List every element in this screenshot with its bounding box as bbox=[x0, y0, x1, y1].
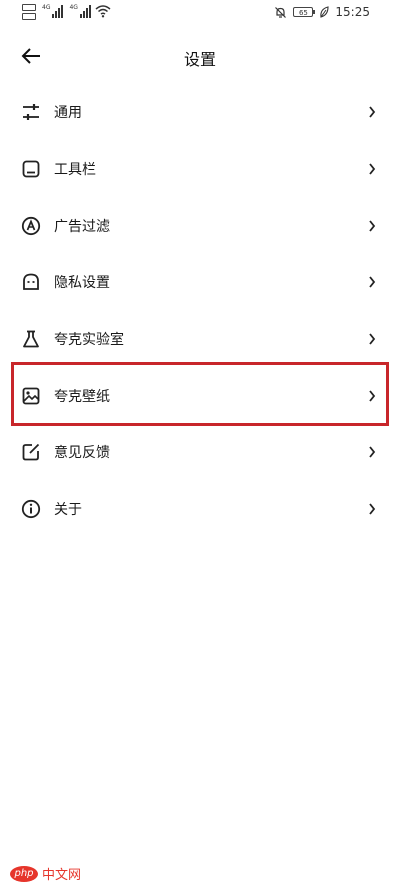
header: 设置 bbox=[0, 36, 400, 76]
status-left: 4G 4G bbox=[22, 4, 111, 20]
clock: 15:25 bbox=[335, 5, 370, 19]
settings-menu: 通用 工具栏 广告过滤 隐私设置 夸克实验室 夸克壁纸 意见反馈 关于 bbox=[0, 84, 400, 538]
sim-icon bbox=[22, 4, 36, 20]
privacy-icon bbox=[21, 272, 41, 292]
mute-bell-icon bbox=[275, 6, 287, 18]
watermark-text: 中文网 bbox=[42, 868, 82, 883]
menu-item-label: 工具栏 bbox=[54, 162, 96, 179]
page-title: 设置 bbox=[183, 50, 216, 69]
php-logo-icon: php bbox=[10, 865, 38, 882]
signal-icon-1: 4G bbox=[42, 4, 64, 18]
menu-item-privacy[interactable]: 隐私设置 bbox=[0, 254, 400, 311]
watermark: php 中文网 bbox=[10, 864, 81, 883]
chevron-right-icon bbox=[366, 389, 378, 403]
menu-item-label: 夸克实验室 bbox=[54, 332, 124, 349]
chevron-right-icon bbox=[366, 502, 378, 516]
chevron-right-icon bbox=[366, 275, 378, 289]
battery-icon: 65 bbox=[293, 7, 316, 17]
menu-item-label: 通用 bbox=[54, 105, 82, 122]
menu-item-ad-filter[interactable]: 广告过滤 bbox=[0, 197, 400, 254]
feedback-icon bbox=[21, 442, 41, 462]
menu-item-label: 关于 bbox=[54, 502, 82, 519]
menu-item-general[interactable]: 通用 bbox=[0, 84, 400, 141]
menu-item-toolbar[interactable]: 工具栏 bbox=[0, 141, 400, 198]
menu-item-label: 夸克壁纸 bbox=[54, 388, 110, 405]
signal-icon-2: 4G bbox=[69, 4, 91, 18]
menu-item-label: 广告过滤 bbox=[54, 218, 110, 235]
menu-item-about[interactable]: 关于 bbox=[0, 481, 400, 538]
sliders-icon bbox=[21, 102, 41, 122]
toolbar-icon bbox=[21, 159, 41, 179]
chevron-right-icon bbox=[366, 332, 378, 346]
status-right: 65 15:25 bbox=[274, 5, 370, 19]
menu-item-label: 意见反馈 bbox=[54, 445, 110, 462]
wallpaper-icon bbox=[21, 386, 41, 406]
menu-item-lab[interactable]: 夸克实验室 bbox=[0, 311, 400, 368]
flask-icon bbox=[21, 329, 41, 349]
info-icon bbox=[21, 499, 41, 519]
chevron-right-icon bbox=[366, 105, 378, 119]
status-bar: 4G 4G 65 15:25 bbox=[0, 0, 400, 28]
ad-filter-icon bbox=[21, 216, 41, 236]
menu-item-label: 隐私设置 bbox=[54, 275, 110, 292]
wifi-icon bbox=[95, 5, 111, 18]
leaf-icon bbox=[320, 6, 329, 18]
menu-item-feedback[interactable]: 意见反馈 bbox=[0, 424, 400, 481]
menu-item-wallpaper[interactable]: 夸克壁纸 bbox=[0, 367, 400, 424]
chevron-right-icon bbox=[366, 219, 378, 233]
chevron-right-icon bbox=[366, 162, 378, 176]
chevron-right-icon bbox=[366, 445, 378, 459]
